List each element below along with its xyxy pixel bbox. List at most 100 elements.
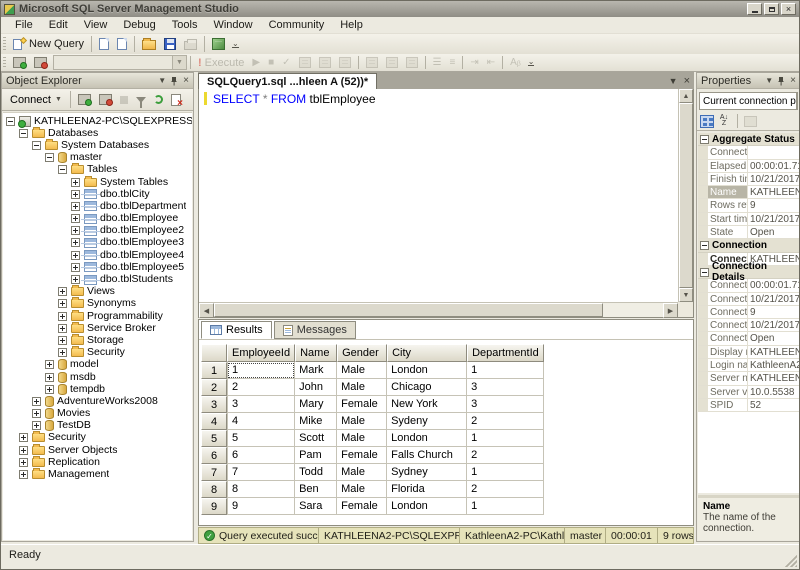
parse-button[interactable]: ✓ <box>278 56 294 70</box>
grid-cell[interactable]: Chicago <box>387 379 468 396</box>
tree-item[interactable]: Replication <box>3 455 192 468</box>
scrollbar-thumb[interactable] <box>214 303 603 317</box>
execute-button[interactable]: ! Execute <box>194 55 248 71</box>
expander-icon[interactable] <box>58 335 67 345</box>
grid-cell[interactable]: Female <box>337 396 388 413</box>
grid-cell[interactable]: Female <box>337 447 388 464</box>
row-selector[interactable]: 6 <box>201 447 227 464</box>
grid-cell[interactable]: 1 <box>227 362 296 379</box>
property-row[interactable]: State Open <box>698 226 799 240</box>
tree-item[interactable]: tempdb <box>3 383 192 395</box>
grid-cell[interactable]: 2 <box>467 481 544 498</box>
column-header-employeeid[interactable]: EmployeeId <box>227 344 296 362</box>
tree-item[interactable]: AdventureWorks2008 <box>3 395 192 407</box>
window-position-icon[interactable]: ▼ <box>765 76 773 85</box>
expander-icon[interactable] <box>71 201 80 211</box>
tree-item[interactable]: Server Objects <box>3 443 192 456</box>
collapse-icon[interactable] <box>700 241 709 251</box>
close-button[interactable]: × <box>781 3 796 15</box>
property-row[interactable]: Connecti00:00:01.716 <box>698 279 799 293</box>
grid-cell[interactable]: 9 <box>227 498 296 515</box>
connect-object-button[interactable] <box>74 92 95 107</box>
expander-icon[interactable] <box>32 409 41 419</box>
expander-icon[interactable] <box>6 116 15 126</box>
column-header-name[interactable]: Name <box>295 344 338 362</box>
database-combobox[interactable]: ▼ <box>53 55 187 70</box>
row-selector[interactable]: 2 <box>201 379 227 396</box>
grid-cell[interactable]: Male <box>337 379 388 396</box>
menu-view[interactable]: View <box>76 18 116 32</box>
expander-icon[interactable] <box>19 470 28 480</box>
tree-item[interactable]: Tables <box>3 163 192 176</box>
expander-icon[interactable] <box>71 250 80 260</box>
uncomment-button[interactable]: ≡ <box>446 56 460 70</box>
property-row[interactable]: Start tim10/21/2017 8 <box>698 212 799 227</box>
grid-cell[interactable]: Florida <box>387 481 468 498</box>
grid-cell[interactable]: Ben <box>295 481 338 498</box>
menu-edit[interactable]: Edit <box>41 18 76 32</box>
alphabetical-sort-icon[interactable]: A↓ Z <box>717 114 731 127</box>
expander-icon[interactable] <box>19 433 28 443</box>
tree-item[interactable]: Storage <box>3 333 192 346</box>
grid-cell[interactable]: Mark <box>295 362 338 379</box>
expander-icon[interactable] <box>45 384 54 394</box>
categorized-view-icon[interactable] <box>700 114 714 128</box>
property-row[interactable]: NameKATHLEENA2 <box>698 186 799 200</box>
property-category-row[interactable]: Connection <box>698 239 799 253</box>
toolbar-overflow-icon[interactable]: ⌄ <box>527 58 535 66</box>
grid-cell[interactable]: 8 <box>227 481 296 498</box>
menu-debug[interactable]: Debug <box>115 18 163 32</box>
grid-cell[interactable]: Female <box>337 498 388 515</box>
expander-icon[interactable] <box>58 287 67 297</box>
grid-cell[interactable]: 6 <box>227 447 296 464</box>
property-row[interactable]: Connecti 9 <box>698 305 799 320</box>
grid-cell[interactable]: London <box>387 430 468 447</box>
menu-tools[interactable]: Tools <box>164 18 206 32</box>
property-row[interactable]: SPID 52 <box>698 398 799 413</box>
toolbar-grip[interactable] <box>3 37 6 51</box>
property-row[interactable]: Server ve10.0.5538 <box>698 385 799 399</box>
auto-hide-pin-icon[interactable] <box>777 76 786 86</box>
expander-icon[interactable] <box>32 396 41 406</box>
grid-cell[interactable]: Male <box>337 464 388 481</box>
tree-item[interactable]: dbo.tblStudents <box>3 273 192 285</box>
properties-object-selector[interactable]: Current connection p ▼ <box>699 92 798 110</box>
resize-grip-icon[interactable] <box>785 555 797 567</box>
close-panel-icon[interactable]: × <box>790 75 796 85</box>
grid-cell[interactable]: 1 <box>467 430 544 447</box>
grid-cell[interactable]: Mary <box>295 396 338 413</box>
collapse-icon[interactable] <box>700 267 709 277</box>
refresh-button[interactable] <box>150 93 167 106</box>
property-category-row[interactable]: Connection Details <box>698 261 799 283</box>
column-header-departmentid[interactable]: DepartmentId <box>467 344 544 362</box>
expander-icon[interactable] <box>58 348 67 358</box>
auto-hide-pin-icon[interactable] <box>170 76 179 86</box>
tree-item[interactable]: dbo.tblEmployee4 <box>3 249 192 261</box>
property-row[interactable]: Connecti Open <box>698 332 799 346</box>
grid-cell[interactable]: Male <box>337 362 388 379</box>
grid-cell[interactable]: Sara <box>295 498 338 515</box>
connect-button[interactable]: Connect ▼ <box>5 91 67 109</box>
expander-icon[interactable] <box>45 360 54 370</box>
grid-cell[interactable]: Sydeny <box>387 413 468 430</box>
open-file-button[interactable] <box>138 36 160 52</box>
scroll-down-icon[interactable]: ▼ <box>679 288 693 302</box>
tree-item[interactable]: dbo.tblEmployee <box>3 213 192 225</box>
grid-cell[interactable]: Male <box>337 430 388 447</box>
connect-query-button[interactable] <box>9 55 30 70</box>
grid-cell[interactable]: Scott <box>295 430 338 447</box>
property-row[interactable]: Connecti10/21/2017 8 <box>698 292 799 306</box>
save-button[interactable] <box>160 36 180 52</box>
property-row[interactable]: Connecti10/21/2017 8 <box>698 319 799 333</box>
grid-cell[interactable]: 3 <box>467 396 544 413</box>
grid-cell[interactable]: London <box>387 498 468 515</box>
tree-item[interactable]: dbo.tblEmployee3 <box>3 237 192 249</box>
property-row[interactable]: Login narKathleenA2-P <box>698 359 799 373</box>
tree-item[interactable]: KATHLEENA2-PC\SQLEXPRESS (SQL Serv <box>3 115 192 128</box>
property-row[interactable]: Rows ret 9 <box>698 199 799 213</box>
window-position-icon[interactable]: ▼ <box>158 76 166 85</box>
grid-cell[interactable]: 1 <box>467 464 544 481</box>
expander-icon[interactable] <box>71 177 80 187</box>
row-selector[interactable]: 9 <box>201 498 227 515</box>
scroll-right-icon[interactable]: ▶ <box>663 303 678 318</box>
